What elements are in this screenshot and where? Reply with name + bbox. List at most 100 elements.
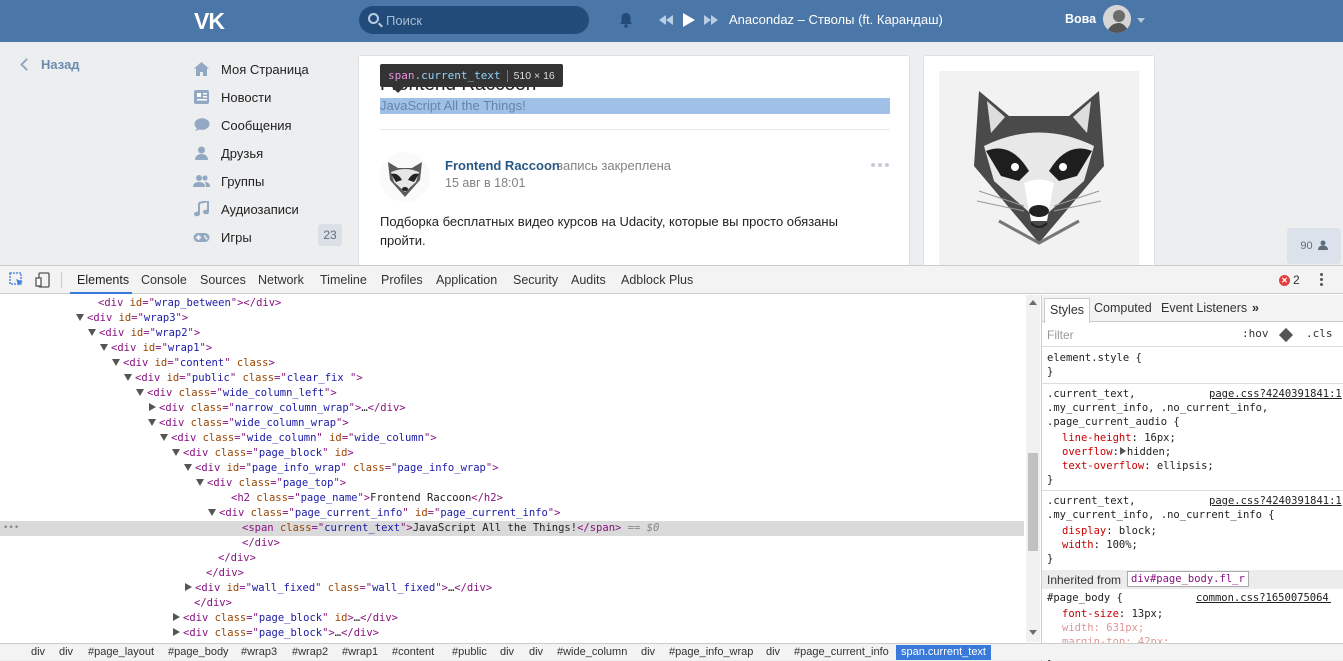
rule-source-link[interactable]: common.css?1650075064:1: [1196, 591, 1331, 605]
rule-selector[interactable]: .current_text,: [1047, 387, 1136, 401]
rule-selector[interactable]: .my_current_info, .no_current_info,: [1047, 401, 1268, 415]
post-author-avatar[interactable]: [380, 152, 430, 202]
expand-triangle-icon[interactable]: [173, 613, 180, 621]
rule-selector[interactable]: #page_body {: [1047, 591, 1123, 605]
collapse-triangle-icon[interactable]: [172, 448, 180, 456]
page-status-text[interactable]: JavaScript All the Things!: [380, 98, 890, 114]
rule-source-link[interactable]: page.css?4240391841:1: [1209, 387, 1343, 401]
menu-item-my-page[interactable]: Моя Страница: [193, 60, 343, 88]
collapse-triangle-icon[interactable]: [112, 358, 120, 366]
collapse-triangle-icon[interactable]: [100, 343, 108, 351]
dom-node[interactable]: <div class="page_block">…</div>: [0, 626, 1024, 641]
breadcrumb-item[interactable]: #wide_column: [557, 645, 627, 660]
css-property[interactable]: overflow: hidden;: [1062, 445, 1171, 459]
breadcrumb-item[interactable]: #content: [392, 645, 434, 660]
dom-scrollbar[interactable]: [1026, 295, 1040, 642]
now-playing-track[interactable]: Anacondaz – Стволы (ft. Карандаш): [729, 12, 943, 27]
breadcrumb-item[interactable]: span.current_text: [896, 645, 991, 660]
breadcrumb-item[interactable]: #page_body: [168, 645, 229, 660]
expand-triangle-icon[interactable]: [173, 628, 180, 636]
collapse-triangle-icon[interactable]: [76, 313, 84, 321]
class-toggle[interactable]: .cls: [1306, 327, 1333, 340]
css-property[interactable]: display: block;: [1062, 524, 1157, 538]
dom-node[interactable]: </div>: [0, 596, 1024, 611]
post-author-link[interactable]: Frontend Raccoon: [445, 158, 560, 173]
dom-node[interactable]: <div id="public" class="clear_fix ">: [0, 371, 1024, 386]
rule-selector[interactable]: .page_current_audio {: [1047, 415, 1180, 429]
online-friends-badge[interactable]: 90: [1287, 228, 1341, 264]
dom-node[interactable]: <div id="wall_fixed" class="wall_fixed">…: [0, 581, 1024, 596]
tab-profiles[interactable]: Profiles: [381, 273, 423, 287]
rule-source-link[interactable]: page.css?4240391841:1: [1209, 494, 1343, 508]
device-toolbar-icon[interactable]: [35, 272, 51, 288]
breadcrumb-item[interactable]: #wrap2: [292, 645, 328, 660]
tab-computed[interactable]: Computed: [1094, 301, 1152, 315]
tab-adblock-plus[interactable]: Adblock Plus: [621, 273, 693, 287]
breadcrumb-item[interactable]: div: [500, 645, 514, 660]
dom-node[interactable]: <div class="page_block" id>…</div>: [0, 611, 1024, 626]
dom-node[interactable]: </div>: [0, 566, 1024, 581]
collapse-triangle-icon[interactable]: [148, 418, 156, 426]
profile-photo[interactable]: [939, 71, 1139, 271]
chevron-down-icon[interactable]: [1137, 18, 1145, 23]
node-actions-icon[interactable]: •••: [3, 521, 19, 536]
dom-node[interactable]: <div class="wide_column_wrap">: [0, 416, 1024, 431]
tab-sources[interactable]: Sources: [200, 273, 246, 287]
more-tabs-icon[interactable]: »: [1252, 301, 1259, 315]
element-style-selector[interactable]: element.style {: [1047, 351, 1142, 365]
previous-track-icon[interactable]: [658, 13, 674, 27]
dom-node[interactable]: <div id="wrap1">: [0, 341, 1024, 356]
tab-security[interactable]: Security: [513, 273, 558, 287]
breadcrumb-item[interactable]: #page_info_wrap: [669, 645, 753, 660]
breadcrumb-item[interactable]: #wrap1: [342, 645, 378, 660]
menu-item-groups[interactable]: Группы: [193, 172, 343, 200]
css-property[interactable]: text-overflow: ellipsis;: [1062, 459, 1214, 473]
hover-state-toggle[interactable]: :hov: [1242, 327, 1269, 340]
dom-node[interactable]: <div id="wrap2">: [0, 326, 1024, 341]
dom-node[interactable]: <div id="wrap_between"></div>: [0, 296, 1024, 311]
expand-triangle-icon[interactable]: [149, 403, 156, 411]
user-avatar[interactable]: [1103, 5, 1131, 33]
scroll-down-icon[interactable]: [1029, 630, 1037, 635]
menu-item-news[interactable]: Новости: [193, 88, 343, 116]
dom-node[interactable]: </div>: [0, 536, 1024, 551]
breadcrumb-item[interactable]: div: [529, 645, 543, 660]
error-icon[interactable]: ✕: [1279, 275, 1290, 286]
bell-icon[interactable]: [617, 11, 635, 29]
css-property[interactable]: font-size: 13px;: [1062, 607, 1163, 621]
breadcrumb-item[interactable]: div: [766, 645, 780, 660]
dom-node[interactable]: <div class="page_top">: [0, 476, 1024, 491]
dom-node[interactable]: </div>: [0, 551, 1024, 566]
dom-node[interactable]: <div id="page_info_wrap" class="page_inf…: [0, 461, 1024, 476]
inherited-element-link[interactable]: div#page_body.fl_r: [1127, 571, 1249, 587]
tab-elements[interactable]: Elements: [77, 273, 129, 287]
dom-node[interactable]: <div class="wide_column_left">: [0, 386, 1024, 401]
user-name[interactable]: Вова: [1065, 12, 1096, 26]
expand-triangle-icon[interactable]: [1119, 447, 1126, 455]
tab-styles[interactable]: Styles: [1044, 298, 1091, 323]
tab-console[interactable]: Console: [141, 273, 187, 287]
scroll-up-icon[interactable]: [1029, 300, 1037, 305]
devtools-menu-icon[interactable]: [1320, 273, 1324, 289]
post-date[interactable]: 15 авг в 18:01: [445, 176, 525, 190]
breadcrumb-item[interactable]: #public: [452, 645, 487, 660]
tab-timeline[interactable]: Timeline: [320, 273, 367, 287]
scroll-thumb[interactable]: [1028, 453, 1038, 551]
breadcrumb-item[interactable]: #page_layout: [88, 645, 154, 660]
menu-item-games[interactable]: Игры 23: [193, 224, 343, 256]
collapse-triangle-icon[interactable]: [184, 463, 192, 471]
dom-node[interactable]: <div id="content" class>: [0, 356, 1024, 371]
menu-item-messages[interactable]: Сообщения: [193, 116, 343, 144]
tab-audits[interactable]: Audits: [571, 273, 606, 287]
dom-node[interactable]: <div class="page_block" id>: [0, 446, 1024, 461]
collapse-triangle-icon[interactable]: [196, 478, 204, 486]
error-count[interactable]: 2: [1293, 273, 1300, 287]
collapse-triangle-icon[interactable]: [208, 508, 216, 516]
next-track-icon[interactable]: [703, 13, 719, 27]
breadcrumb-item[interactable]: div: [31, 645, 45, 660]
css-property[interactable]: width: 100%;: [1062, 538, 1138, 552]
dom-node[interactable]: <div class="page_current_info" id="page_…: [0, 506, 1024, 521]
new-rule-icon[interactable]: [1278, 327, 1294, 343]
rule-selector[interactable]: .current_text,: [1047, 494, 1136, 508]
dom-node[interactable]: <div id="wrap3">: [0, 311, 1024, 326]
